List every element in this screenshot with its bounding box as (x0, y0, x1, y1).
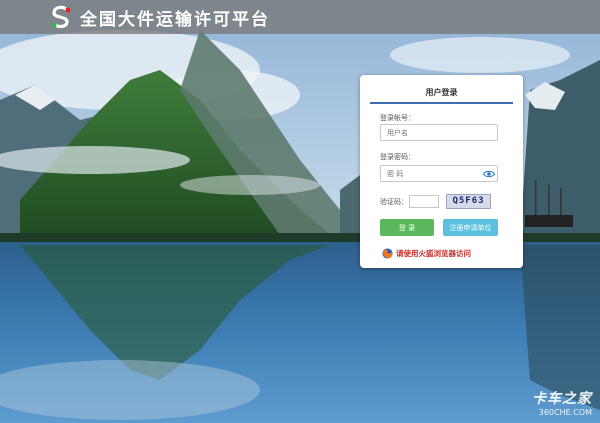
captcha-label: 验证码： (380, 198, 408, 206)
watermark: 卡车之家 360CHE.COM (532, 388, 592, 417)
password-input[interactable] (380, 165, 498, 182)
login-panel: 用户登录 登录帐号： 登录密码： 验证码： Q5F63 登 录 注册申请单位 请… (360, 75, 523, 268)
register-unit-button[interactable]: 注册申请单位 (443, 219, 498, 236)
logo-icon (51, 5, 71, 29)
login-button[interactable]: 登 录 (380, 219, 434, 236)
login-panel-title: 用户登录 (370, 87, 513, 104)
top-header-bar: 全国大件运输许可平台 (0, 0, 600, 34)
site-title: 全国大件运输许可平台 (80, 10, 270, 30)
browser-note-text: 请使用火狐浏览器访问 (396, 248, 471, 258)
watermark-main: 卡车之家 (532, 391, 592, 407)
watermark-sub: 360CHE.COM (538, 408, 592, 417)
firefox-icon (382, 247, 393, 259)
account-label: 登录帐号： (380, 114, 415, 122)
captcha-input[interactable] (409, 195, 439, 208)
account-input[interactable] (380, 124, 498, 141)
captcha-image[interactable]: Q5F63 (446, 194, 491, 209)
show-password-eye-icon[interactable] (483, 170, 495, 178)
password-label: 登录密码： (380, 153, 415, 161)
browser-recommendation: 请使用火狐浏览器访问 (382, 247, 471, 259)
